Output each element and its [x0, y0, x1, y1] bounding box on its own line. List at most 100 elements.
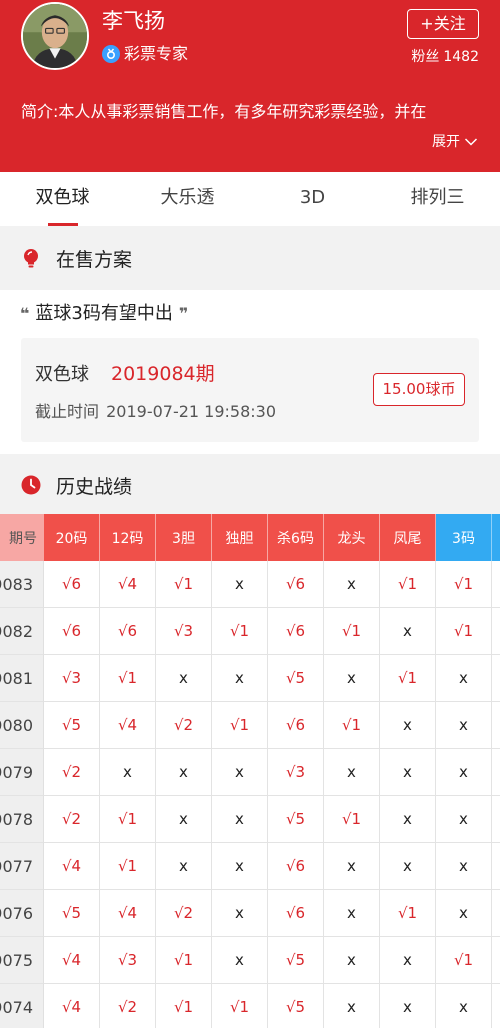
close-quote: ❞: [178, 304, 189, 323]
price-button[interactable]: 15.00球币: [373, 373, 465, 406]
result-cell: x: [212, 890, 268, 937]
result-cell: x: [324, 561, 380, 608]
result-cell: x: [436, 749, 492, 796]
open-quote: ❝: [20, 304, 30, 323]
plan-game: 双色球: [35, 364, 89, 385]
result-cell: √1: [324, 702, 380, 749]
column-header: 凤尾: [380, 514, 436, 561]
result-cell: √6: [44, 608, 100, 655]
on-sale-header: 在售方案: [0, 229, 500, 287]
fans-count: 粉丝 1482: [407, 47, 479, 67]
result-cell: √1: [324, 608, 380, 655]
column-header-overflow: [492, 514, 500, 561]
tab-ssq[interactable]: 双色球: [0, 172, 125, 226]
result-cell: √1: [324, 796, 380, 843]
history-grid: 期号20码12码3胆独胆杀6码龙头凤尾3码2019083√6√4√1x√6x√1…: [0, 514, 500, 1028]
result-cell: √6: [268, 608, 324, 655]
result-cell: x: [380, 608, 436, 655]
lottery-tabs: 双色球 大乐透 3D 排列三: [0, 172, 500, 226]
result-cell: √1: [100, 655, 156, 702]
result-cell: √5: [268, 655, 324, 702]
result-cell: x: [380, 749, 436, 796]
expert-name: 李飞扬: [102, 9, 165, 33]
deadline-label: 截止时间: [35, 402, 100, 421]
column-header: 杀6码: [268, 514, 324, 561]
column-header: 3胆: [156, 514, 212, 561]
row-issue: 2019076: [0, 890, 44, 937]
expert-intro: 简介:本人从事彩票销售工作，有多年研究彩票经验，并在: [21, 102, 427, 121]
result-cell: x: [212, 561, 268, 608]
result-cell: x: [212, 843, 268, 890]
result-cell: √1: [380, 655, 436, 702]
plan-item[interactable]: ❝ 蓝球3码有望中出 ❞ 双色球 2019084期 截止时间 2019-07-2…: [0, 290, 500, 454]
result-cell: √6: [268, 561, 324, 608]
history-title: 历史战绩: [56, 475, 133, 498]
tab-pl3[interactable]: 排列三: [375, 172, 500, 226]
result-cell: √1: [380, 561, 436, 608]
row-overflow: [492, 561, 500, 608]
result-cell: √6: [100, 608, 156, 655]
on-sale-title: 在售方案: [56, 248, 133, 271]
result-cell: √1: [212, 702, 268, 749]
plan-deadline: 截止时间 2019-07-21 19:58:30: [35, 398, 276, 422]
result-cell: x: [212, 749, 268, 796]
result-cell: √3: [156, 608, 212, 655]
result-cell: √6: [268, 702, 324, 749]
result-cell: √1: [156, 937, 212, 984]
row-issue: 2019081: [0, 655, 44, 702]
column-header: 20码: [44, 514, 100, 561]
tab-3d[interactable]: 3D: [250, 172, 375, 226]
tab-dlt[interactable]: 大乐透: [125, 172, 250, 226]
result-cell: √1: [212, 608, 268, 655]
row-overflow: [492, 937, 500, 984]
row-issue: 2019075: [0, 937, 44, 984]
result-cell: √2: [100, 984, 156, 1028]
fans-label: 粉丝: [411, 49, 440, 65]
row-overflow: [492, 843, 500, 890]
row-overflow: [492, 608, 500, 655]
result-cell: x: [324, 937, 380, 984]
row-issue: 2019083: [0, 561, 44, 608]
result-cell: √4: [44, 843, 100, 890]
result-cell: x: [156, 796, 212, 843]
expert-header: 李飞扬 彩票专家 +关注 粉丝 1482 简介:本人从事彩票销售工作，有多年研究彩…: [0, 0, 500, 172]
result-cell: x: [324, 984, 380, 1028]
row-overflow: [492, 655, 500, 702]
row-overflow: [492, 796, 500, 843]
result-cell: x: [324, 890, 380, 937]
result-cell: x: [436, 890, 492, 937]
result-cell: √1: [100, 796, 156, 843]
result-cell: x: [380, 843, 436, 890]
result-cell: √4: [100, 890, 156, 937]
column-header: 期号: [0, 514, 44, 561]
result-cell: x: [436, 655, 492, 702]
result-cell: √4: [100, 702, 156, 749]
result-cell: √1: [436, 561, 492, 608]
fans-value: 1482: [443, 49, 479, 65]
result-cell: √3: [100, 937, 156, 984]
result-cell: √2: [44, 796, 100, 843]
plan-card[interactable]: 双色球 2019084期 截止时间 2019-07-21 19:58:30 15…: [21, 338, 479, 442]
column-header: 龙头: [324, 514, 380, 561]
result-cell: √5: [268, 796, 324, 843]
result-cell: √1: [436, 608, 492, 655]
column-header: 12码: [100, 514, 156, 561]
chevron-down-icon: [464, 138, 478, 146]
avatar[interactable]: [21, 2, 89, 70]
follow-button[interactable]: +关注: [407, 9, 479, 39]
row-overflow: [492, 984, 500, 1028]
result-cell: √2: [156, 890, 212, 937]
result-cell: x: [156, 843, 212, 890]
row-overflow: [492, 749, 500, 796]
result-cell: √5: [44, 702, 100, 749]
result-cell: x: [212, 655, 268, 702]
result-cell: √1: [380, 890, 436, 937]
expert-badge: 彩票专家: [102, 42, 188, 66]
result-cell: x: [100, 749, 156, 796]
result-cell: √1: [100, 843, 156, 890]
result-cell: √1: [436, 937, 492, 984]
result-cell: √1: [212, 984, 268, 1028]
result-cell: x: [212, 937, 268, 984]
expand-button[interactable]: 展开: [432, 131, 478, 153]
result-cell: √6: [268, 843, 324, 890]
